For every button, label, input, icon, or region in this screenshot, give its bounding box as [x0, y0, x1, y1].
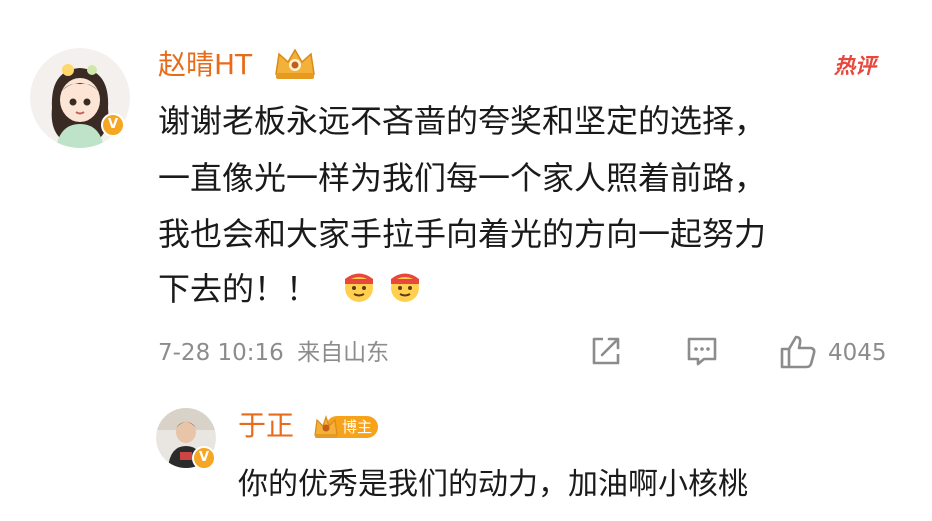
crown-badge-icon: [272, 44, 318, 86]
thumbs-up-icon: [780, 335, 816, 369]
comment-text-line-last: 下去的！！: [158, 267, 422, 314]
comment-text-line: 一直像光一样为我们每一个家人照着前路，: [158, 159, 767, 197]
comment-icon: [687, 337, 717, 366]
commenter-username[interactable]: 赵晴HT: [158, 48, 252, 82]
crown-icon: [314, 415, 338, 438]
verified-badge-icon: V: [192, 446, 216, 470]
share-icon: [592, 337, 620, 365]
share-button[interactable]: [588, 333, 624, 373]
reply-text: 你的优秀是我们的动力，加油啊小核桃: [238, 467, 748, 502]
comment-text-line: 谢谢老板永远不吝啬的夸奖和坚定的选择，: [158, 102, 767, 140]
hard-work-emoji-icon: [388, 269, 422, 314]
verified-badge-icon: V: [101, 113, 125, 137]
comment-text-line: 我也会和大家手拉手向着光的方向一起努力: [158, 215, 767, 253]
comment-meta: 7-28 10:16 来自山东: [158, 337, 389, 369]
reply-username[interactable]: 于正: [238, 409, 294, 443]
comment-timestamp: 7-28 10:16: [158, 340, 284, 366]
like-count: 4045: [828, 340, 887, 366]
hot-comment-label: 热评: [834, 54, 876, 78]
blogger-badge: 博主: [312, 413, 379, 441]
hard-work-emoji-icon: [342, 269, 376, 314]
reply-button[interactable]: [684, 333, 720, 373]
comment-location: 来自山东: [297, 340, 390, 366]
comment-text: 下去的！！: [158, 270, 319, 308]
like-button[interactable]: [778, 333, 818, 375]
